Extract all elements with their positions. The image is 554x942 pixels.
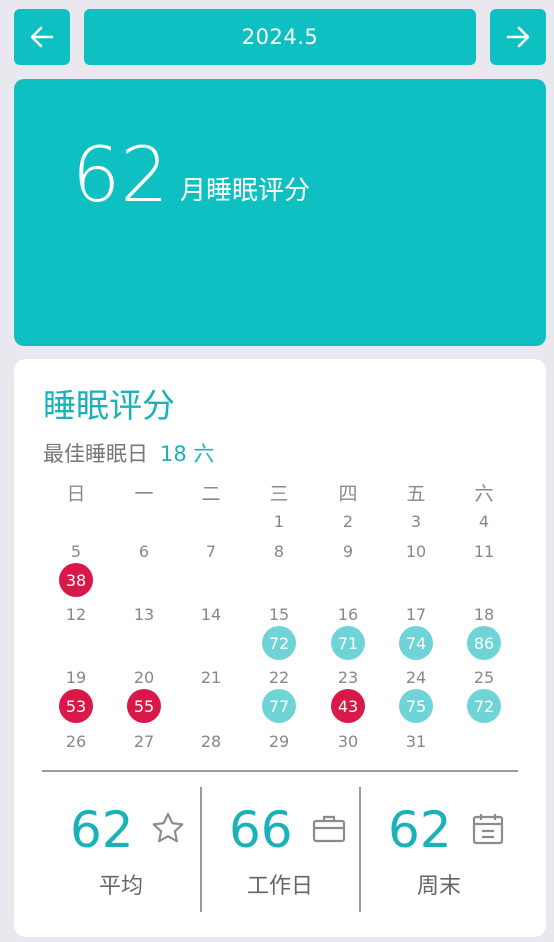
calendar-day[interactable]: 24 [396, 670, 436, 686]
calendar-day[interactable]: 26 [56, 734, 96, 750]
weekday-header: 二 [201, 483, 221, 505]
top-bar: 2024.5 [0, 0, 554, 70]
previous-month-button[interactable] [14, 9, 70, 65]
calendar-day[interactable]: 10 [396, 544, 436, 560]
calendar-icon [472, 814, 504, 845]
calendar-day[interactable]: 3 [396, 514, 436, 530]
calendar-day[interactable]: 18 [464, 607, 504, 623]
month-label: 2024.5 [241, 25, 319, 49]
calendar-day[interactable]: 1 [259, 514, 299, 530]
calendar-day[interactable]: 9 [328, 544, 368, 560]
stat-average-label: 平均 [98, 874, 143, 899]
day-score-badge[interactable]: 75 [399, 689, 433, 723]
stat-average: 62 平均 [42, 787, 200, 913]
briefcase-icon [312, 815, 346, 843]
day-score-badge[interactable]: 53 [59, 689, 93, 723]
day-score-badge[interactable]: 71 [331, 626, 365, 660]
stat-weekend: 62 周末 [360, 787, 518, 913]
weekday-header: 五 [406, 483, 426, 505]
weekday-header: 四 [338, 483, 358, 505]
calendar-day[interactable]: 11 [464, 544, 504, 560]
day-score-badge[interactable]: 86 [467, 626, 501, 660]
calendar-day[interactable]: 30 [328, 734, 368, 750]
calendar-day[interactable]: 27 [124, 734, 164, 750]
monthly-score-value: 62 [72, 130, 169, 219]
stat-workday: 66 工作日 [201, 787, 359, 913]
arrow-right-icon [506, 26, 530, 48]
stat-average-value: 62 [70, 801, 134, 859]
day-score-badge[interactable]: 77 [262, 689, 296, 723]
weekday-header: 三 [269, 483, 289, 505]
calendar-grid: 日一二三四五六 1 2 3 4 5 38 6 7 8 9 10 11 12 13 14 15 72 16 71 17 74… [14, 359, 546, 759]
calendar-day[interactable]: 31 [396, 734, 436, 750]
month-display[interactable]: 2024.5 [84, 9, 476, 65]
calendar-day[interactable]: 16 [328, 607, 368, 623]
weekday-header: 一 [134, 483, 154, 505]
calendar-day[interactable]: 15 [259, 607, 299, 623]
calendar-day[interactable]: 6 [124, 544, 164, 560]
day-score-badge[interactable]: 72 [467, 689, 501, 723]
monthly-score-label: 月睡眠评分 [180, 176, 311, 206]
arrow-left-icon [30, 26, 54, 48]
star-icon [152, 812, 184, 843]
day-score-badge[interactable]: 38 [59, 563, 93, 597]
calendar-day[interactable]: 2 [328, 514, 368, 530]
day-score-badge[interactable]: 72 [262, 626, 296, 660]
calendar-day[interactable]: 25 [464, 670, 504, 686]
day-score-badge[interactable]: 74 [399, 626, 433, 660]
calendar-day[interactable]: 23 [328, 670, 368, 686]
divider [42, 770, 518, 772]
monthly-score-card: 62 月睡眠评分 [14, 79, 546, 346]
calendar-day[interactable]: 29 [259, 734, 299, 750]
calendar-day[interactable]: 7 [191, 544, 231, 560]
calendar-day[interactable]: 14 [191, 607, 231, 623]
calendar-day[interactable]: 17 [396, 607, 436, 623]
calendar-day[interactable]: 28 [191, 734, 231, 750]
calendar-day[interactable]: 13 [124, 607, 164, 623]
calendar-day[interactable]: 21 [191, 670, 231, 686]
calendar-day[interactable]: 22 [259, 670, 299, 686]
stat-weekend-value: 62 [388, 801, 452, 859]
day-score-badge[interactable]: 55 [127, 689, 161, 723]
day-score-badge[interactable]: 43 [331, 689, 365, 723]
calendar-day[interactable]: 20 [124, 670, 164, 686]
calendar-day[interactable]: 19 [56, 670, 96, 686]
weekday-header: 日 [66, 483, 86, 505]
sleep-score-panel: 睡眠评分 最佳睡眠日 18 六 日一二三四五六 1 2 3 4 5 38 6 7 8 9 10 11 12 1… [14, 359, 546, 937]
calendar-day[interactable]: 12 [56, 607, 96, 623]
stat-workday-value: 66 [229, 801, 293, 859]
calendar-day[interactable]: 5 [56, 544, 96, 560]
calendar-day[interactable]: 4 [464, 514, 504, 530]
stat-workday-label: 工作日 [246, 874, 313, 899]
weekday-header: 六 [474, 483, 494, 505]
calendar-day[interactable]: 8 [259, 544, 299, 560]
next-month-button[interactable] [490, 9, 546, 65]
stat-weekend-label: 周末 [416, 874, 461, 899]
